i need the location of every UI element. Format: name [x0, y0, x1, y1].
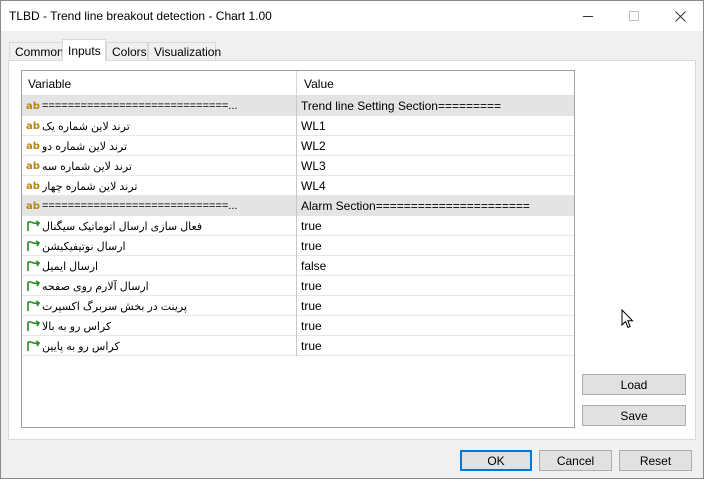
table-row[interactable]: ab ترند لاین شماره دو WL2 — [22, 136, 574, 156]
minimize-button[interactable] — [565, 1, 611, 31]
tab-visualization[interactable]: Visualization — [148, 42, 221, 61]
bool-type-icon — [27, 280, 41, 291]
value-cell[interactable]: true — [298, 216, 574, 236]
variable-cell: کراس رو به پایین — [22, 336, 297, 356]
value-cell[interactable]: true — [298, 316, 574, 336]
bool-type-icon — [27, 320, 41, 331]
table-row[interactable]: کراس رو به پایین true — [22, 336, 574, 356]
save-button[interactable]: Save — [582, 405, 686, 426]
table-row[interactable]: کراس رو به بالا true — [22, 316, 574, 336]
variable-name: ترند لاین شماره سه — [42, 160, 132, 173]
grid-header: Variable Value — [22, 71, 574, 96]
variable-name: کراس رو به بالا — [42, 320, 112, 333]
variable-cell: ab ترند لاین شماره دو — [22, 136, 297, 156]
variable-cell: ارسال نوتیفیکیشن — [22, 236, 297, 256]
table-row[interactable]: ab ترند لاین شماره چهار WL4 — [22, 176, 574, 196]
variable-name: ارسال نوتیفیکیشن — [42, 240, 126, 253]
variable-name: ارسال ایمیل — [42, 260, 99, 273]
value-cell[interactable]: Trend line Setting Section========= — [298, 96, 574, 116]
bool-type-icon — [27, 340, 41, 351]
window-title: TLBD - Trend line breakout detection - C… — [9, 9, 272, 23]
table-row[interactable]: ab =============================... Trend … — [22, 96, 574, 116]
value-cell[interactable]: WL4 — [298, 176, 574, 196]
table-row[interactable]: ارسال نوتیفیکیشن true — [22, 236, 574, 256]
value-cell[interactable]: true — [298, 296, 574, 316]
table-row[interactable]: پرینت در بخش سربرگ اکسپرت true — [22, 296, 574, 316]
bool-type-icon — [27, 240, 41, 251]
close-button[interactable] — [657, 1, 703, 31]
close-icon — [674, 10, 686, 22]
variable-cell: ab ترند لاین شماره سه — [22, 156, 297, 176]
tab-colors[interactable]: Colors — [106, 42, 148, 61]
variable-cell: ارسال آلارم روی صفحه — [22, 276, 297, 296]
minimize-icon — [583, 15, 593, 17]
variable-name: =============================... — [42, 100, 238, 112]
variable-cell: ab ترند لاین شماره یک — [22, 116, 297, 136]
value-cell[interactable]: Alarm Section====================== — [298, 196, 574, 216]
string-type-icon: ab — [26, 120, 40, 132]
string-type-icon: ab — [26, 140, 40, 152]
column-header-value[interactable]: Value — [298, 71, 574, 96]
bool-type-icon — [27, 260, 41, 271]
inputs-grid: Variable Value ab =======================… — [21, 70, 575, 428]
maximize-icon — [629, 11, 639, 21]
variable-name: پرینت در بخش سربرگ اکسپرت — [42, 300, 188, 313]
value-cell[interactable]: WL2 — [298, 136, 574, 156]
value-cell[interactable]: true — [298, 276, 574, 296]
table-row[interactable]: ارسال ایمیل false — [22, 256, 574, 276]
cancel-button[interactable]: Cancel — [539, 450, 612, 471]
value-cell[interactable]: WL3 — [298, 156, 574, 176]
value-cell[interactable]: WL1 — [298, 116, 574, 136]
table-row[interactable]: فعال سازی ارسال اتوماتیک سیگنال true — [22, 216, 574, 236]
variable-name: ترند لاین شماره دو — [42, 140, 128, 153]
value-cell[interactable]: true — [298, 336, 574, 356]
variable-cell: ارسال ایمیل — [22, 256, 297, 276]
column-header-variable[interactable]: Variable — [22, 71, 297, 96]
inputs-panel: Variable Value ab =======================… — [8, 60, 696, 440]
table-row[interactable]: ab =============================... Alarm … — [22, 196, 574, 216]
table-row[interactable]: ارسال آلارم روی صفحه true — [22, 276, 574, 296]
variable-name: فعال سازی ارسال اتوماتیک سیگنال — [42, 220, 203, 233]
reset-button[interactable]: Reset — [619, 450, 692, 471]
variable-cell: پرینت در بخش سربرگ اکسپرت — [22, 296, 297, 316]
variable-cell: ab =============================... — [22, 196, 297, 216]
variable-name: ترند لاین شماره چهار — [42, 180, 138, 193]
string-type-icon: ab — [26, 160, 40, 172]
tab-common[interactable]: Common — [9, 42, 64, 61]
variable-name: کراس رو به پایین — [42, 340, 120, 353]
value-cell[interactable]: true — [298, 236, 574, 256]
title-bar: TLBD - Trend line breakout detection - C… — [1, 1, 703, 31]
variable-name: ارسال آلارم روی صفحه — [42, 280, 149, 293]
variable-cell: ab =============================... — [22, 96, 297, 116]
variable-cell: فعال سازی ارسال اتوماتیک سیگنال — [22, 216, 297, 236]
string-type-icon: ab — [26, 100, 40, 112]
ok-button[interactable]: OK — [460, 450, 532, 471]
maximize-button[interactable] — [611, 1, 657, 31]
value-cell[interactable]: false — [298, 256, 574, 276]
load-button[interactable]: Load — [582, 374, 686, 395]
variable-name: ترند لاین شماره یک — [42, 120, 130, 133]
variable-name: =============================... — [42, 200, 238, 212]
tab-inputs[interactable]: Inputs — [62, 39, 106, 61]
variable-cell: ab ترند لاین شماره چهار — [22, 176, 297, 196]
string-type-icon: ab — [26, 200, 40, 212]
mouse-cursor-icon — [621, 309, 634, 329]
string-type-icon: ab — [26, 180, 40, 192]
bool-type-icon — [27, 220, 41, 231]
bool-type-icon — [27, 300, 41, 311]
table-row[interactable]: ab ترند لاین شماره یک WL1 — [22, 116, 574, 136]
dialog-window: TLBD - Trend line breakout detection - C… — [0, 0, 704, 479]
variable-cell: کراس رو به بالا — [22, 316, 297, 336]
table-row[interactable]: ab ترند لاین شماره سه WL3 — [22, 156, 574, 176]
